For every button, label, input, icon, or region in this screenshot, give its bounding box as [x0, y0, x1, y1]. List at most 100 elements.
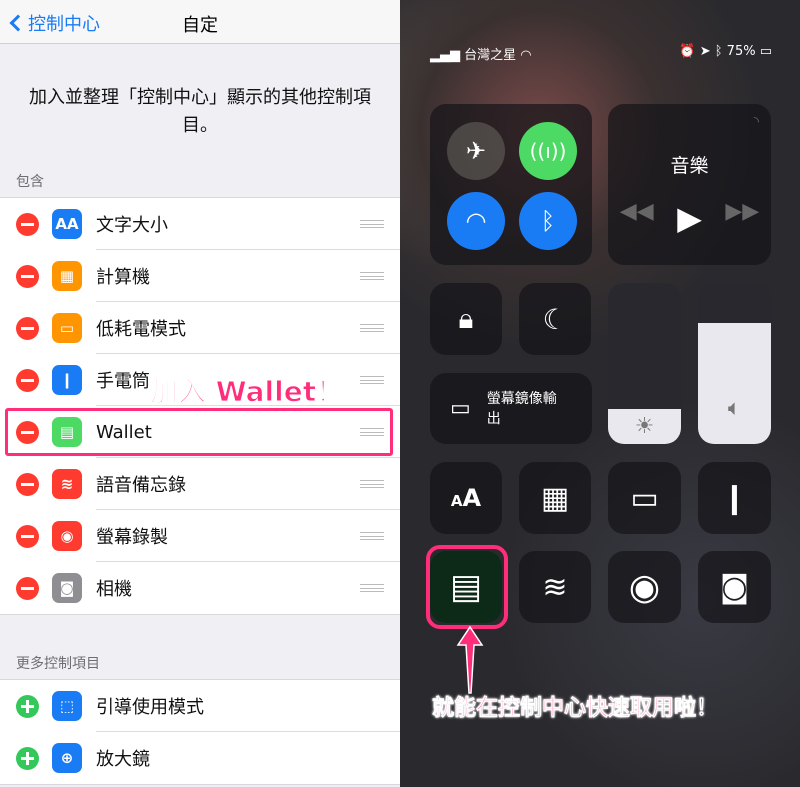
- brightness-fill: ☀: [608, 408, 681, 444]
- add-button[interactable]: [16, 694, 39, 718]
- bluetooth-icon: ᛒ: [540, 207, 556, 235]
- remove-button[interactable]: [16, 576, 39, 600]
- item-label: 語音備忘錄: [96, 475, 186, 496]
- remove-button[interactable]: [16, 316, 39, 340]
- add-wallet-annotation: 加入 Wallet！: [149, 375, 345, 409]
- play-icon[interactable]: ▶: [677, 199, 702, 237]
- list-item: ≋ 語音備忘錄: [0, 458, 400, 510]
- sun-icon: ☀: [634, 413, 655, 439]
- voice-memo-icon: ≋: [52, 469, 82, 499]
- guided-access-icon: ⬚: [52, 691, 82, 721]
- add-button[interactable]: [16, 746, 39, 770]
- volume-slider[interactable]: 🔈︎: [698, 283, 771, 444]
- bluetooth-status-icon: ᛒ: [714, 44, 727, 59]
- music-title: 音樂: [670, 155, 709, 177]
- rotation-lock-button[interactable]: 🔒︎: [430, 283, 502, 355]
- included-header: 包含: [16, 174, 44, 190]
- remove-button[interactable]: [16, 264, 39, 288]
- bluetooth-button[interactable]: ᛒ: [519, 192, 577, 250]
- wallet-highlight-box: [426, 545, 508, 629]
- reorder-handle-icon[interactable]: [360, 584, 384, 592]
- voice-memo-button[interactable]: ≋: [519, 551, 591, 623]
- camera-icon: ◙: [52, 573, 82, 603]
- record-icon: ◉: [628, 566, 661, 608]
- camera-button[interactable]: ◙: [698, 551, 771, 623]
- item-label: 低耗電模式: [96, 319, 186, 340]
- remove-button[interactable]: [16, 212, 39, 236]
- battery-icon: ▭: [52, 313, 82, 343]
- flashlight-button[interactable]: ❙: [698, 462, 771, 534]
- list-item: ◉ 螢幕錄製: [0, 510, 400, 562]
- low-power-button[interactable]: ▭: [608, 462, 681, 534]
- reorder-handle-icon[interactable]: [360, 532, 384, 540]
- waveform-icon: ≋: [542, 569, 568, 605]
- flashlight-icon: ❙: [52, 365, 82, 395]
- rotation-lock-icon: 🔒︎: [458, 302, 474, 335]
- connectivity-tile: ✈ ((ı)) ◠ ᛒ: [430, 104, 592, 265]
- music-tile[interactable]: ◝ 音樂 ◀◀ ▶ ▶▶: [608, 104, 771, 265]
- reorder-handle-icon[interactable]: [360, 324, 384, 332]
- item-label: 相機: [96, 579, 132, 600]
- signal-icon: ▂▄▆: [430, 48, 465, 63]
- remove-button[interactable]: [16, 472, 39, 496]
- alarm-icon: ⏰: [679, 44, 700, 59]
- remove-button[interactable]: [16, 368, 39, 392]
- list-item: ⬚ 引導使用模式: [0, 680, 400, 732]
- cellular-button[interactable]: ((ı)): [519, 122, 577, 180]
- quick-access-annotation: 就能在控制中心快速取用啦！: [432, 696, 719, 722]
- item-label: 計算機: [96, 267, 150, 288]
- nav-bar: 控制中心 自定: [0, 0, 400, 44]
- location-icon: ➤: [699, 44, 715, 59]
- volume-fill: 🔈︎: [698, 323, 771, 444]
- airplane-mode-button[interactable]: ✈: [447, 122, 505, 180]
- list-item: ◙ 相機: [0, 562, 400, 614]
- list-item: ▭ 低耗電模式: [0, 302, 400, 354]
- text-size-button[interactable]: AA: [430, 462, 502, 534]
- camera-icon: ◙: [719, 569, 750, 605]
- description: 加入並整理「控制中心」顯示的其他控制項目。: [29, 87, 371, 136]
- calculator-icon: ▦: [540, 480, 570, 516]
- battery-percent: 75%: [726, 44, 756, 59]
- page-title: 自定: [182, 15, 218, 36]
- text-size-icon: AA: [52, 209, 82, 239]
- text-size-icon: AA: [450, 484, 482, 512]
- status-bar: ▂▄▆ 台灣之星 ◠ ⏰ ➤ ᛒ 75% ▭: [430, 44, 772, 63]
- arrow-up-icon: [456, 625, 484, 694]
- list-item: ▦ 計算機: [0, 250, 400, 302]
- item-label: 文字大小: [96, 215, 168, 236]
- wifi-button[interactable]: ◠: [447, 192, 505, 250]
- item-label: 放大鏡: [96, 749, 150, 770]
- wifi-icon: ◠: [465, 207, 487, 235]
- item-label: 引導使用模式: [96, 697, 204, 718]
- more-list: ⬚ 引導使用模式 ⊕ 放大鏡: [0, 679, 400, 785]
- screen-mirroring-icon: ▭: [450, 396, 471, 421]
- reorder-handle-icon[interactable]: [360, 272, 384, 280]
- reorder-handle-icon[interactable]: [360, 480, 384, 488]
- more-header: 更多控制項目: [16, 656, 100, 672]
- battery-icon: ▭: [755, 44, 772, 59]
- reorder-handle-icon[interactable]: [360, 220, 384, 228]
- carrier: 台灣之星: [464, 48, 517, 63]
- screen-mirroring-label: 螢幕鏡像輸出: [486, 390, 557, 427]
- do-not-disturb-button[interactable]: ☾: [519, 283, 591, 355]
- magnifier-icon: ⊕: [52, 743, 82, 773]
- airplane-icon: ✈: [465, 137, 487, 165]
- wifi-status-icon: ◠: [516, 48, 532, 63]
- screen-mirroring-button[interactable]: ▭ 螢幕鏡像輸出: [430, 373, 592, 444]
- customize-screen: 控制中心 自定 加入並整理「控制中心」顯示的其他控制項目。 包含 AA 文字大小…: [0, 0, 400, 787]
- list-item: AA 文字大小: [0, 198, 400, 250]
- brightness-slider[interactable]: ☀: [608, 283, 681, 444]
- item-label: 手電筒: [96, 371, 150, 392]
- calculator-icon: ▦: [52, 261, 82, 291]
- screen-record-button[interactable]: ◉: [608, 551, 681, 623]
- airplay-audio-icon[interactable]: ◝: [754, 114, 759, 130]
- fast-forward-icon[interactable]: ▶▶: [725, 199, 759, 237]
- moon-icon: ☾: [542, 302, 568, 336]
- reorder-handle-icon[interactable]: [360, 376, 384, 384]
- flashlight-icon: ❙: [721, 480, 748, 516]
- calculator-button[interactable]: ▦: [519, 462, 591, 534]
- remove-button[interactable]: [16, 524, 39, 548]
- speaker-icon: 🔈︎: [727, 396, 742, 422]
- rewind-icon[interactable]: ◀◀: [620, 199, 654, 237]
- list-item: ⊕ 放大鏡: [0, 732, 400, 784]
